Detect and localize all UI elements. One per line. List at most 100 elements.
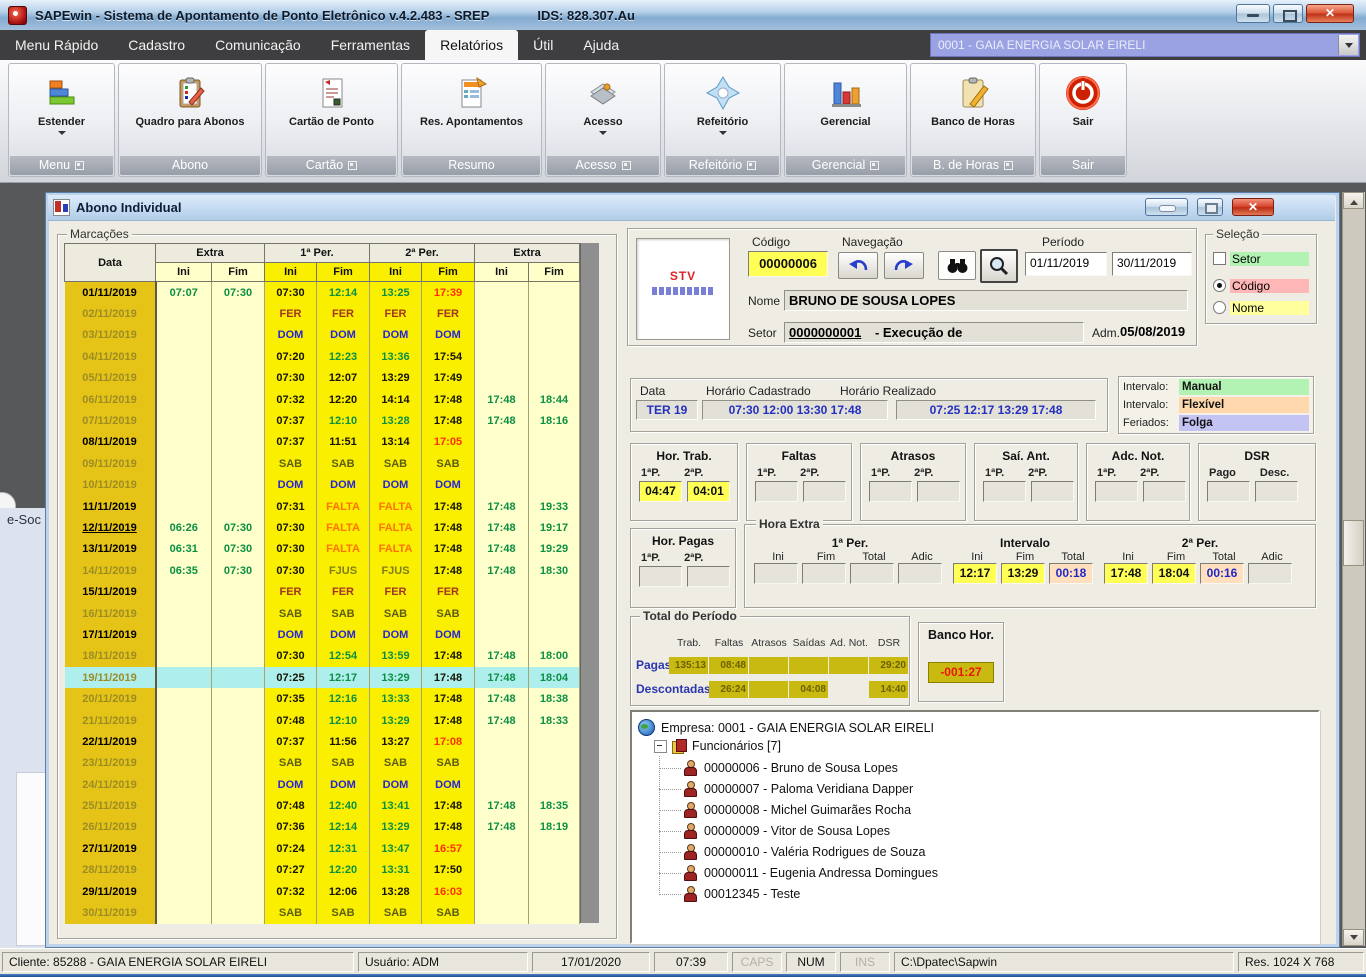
grid-time-cell[interactable] <box>155 880 212 903</box>
grid-time-cell[interactable] <box>528 880 580 903</box>
table-row[interactable]: 02/11/2019 FER FER FER FER <box>64 303 580 325</box>
grid-time-cell[interactable]: 13:41 <box>369 795 422 817</box>
grid-time-cell[interactable]: 17:49 <box>421 367 475 389</box>
grid-time-cell[interactable] <box>211 410 265 432</box>
table-row[interactable]: 25/11/2019 07:48 12:40 13:41 17:48 17:48 18:35 <box>64 795 580 817</box>
grid-time-cell[interactable]: FJUS <box>369 560 422 582</box>
table-row[interactable]: 05/11/2019 07:30 12:07 13:29 17:49 <box>64 367 580 389</box>
ribbon-group-label[interactable]: Cartão <box>267 156 396 175</box>
table-row[interactable]: 20/11/2019 07:35 12:16 13:33 17:48 17:48 18:38 <box>64 688 580 710</box>
grid-time-cell[interactable]: 13:29 <box>369 709 422 732</box>
ribbon-button-estender[interactable]: Estender <box>11 67 112 155</box>
tree-item-employee[interactable]: 00000010 - Valéria Rodrigues de Souza <box>684 844 925 860</box>
table-row[interactable]: 06/11/2019 07:32 12:20 14:14 17:48 17:48 18:44 <box>64 388 580 411</box>
grid-time-cell[interactable]: 07:32 <box>264 880 317 903</box>
grid-time-cell[interactable]: 07:30 <box>264 517 317 539</box>
stat-field[interactable] <box>869 481 912 502</box>
grid-time-cell[interactable]: 13:36 <box>369 346 422 368</box>
grid-time-cell[interactable]: SAB <box>316 752 370 774</box>
grid-time-cell[interactable]: 17:54 <box>421 346 475 368</box>
grid-time-cell[interactable]: 17:08 <box>421 731 475 753</box>
grid-time-cell[interactable] <box>155 731 212 753</box>
group-expander-icon[interactable] <box>747 161 757 171</box>
grid-time-cell[interactable]: 18:33 <box>528 709 580 732</box>
hora-extra-field[interactable] <box>1248 563 1292 584</box>
combobox-dropdown-button[interactable] <box>1338 35 1358 55</box>
grid-time-cell[interactable] <box>155 816 212 839</box>
grid-time-cell[interactable]: 07:36 <box>264 816 317 839</box>
ribbon-button-acesso[interactable]: Acesso <box>548 67 658 155</box>
grid-time-cell[interactable]: SAB <box>421 602 475 625</box>
stat-field[interactable]: 04:01 <box>687 481 730 502</box>
grid-time-cell[interactable]: DOM <box>316 474 370 496</box>
grid-time-cell[interactable]: 12:16 <box>316 688 370 710</box>
ribbon-button-quadro-para-abonos[interactable]: Quadro para Abonos <box>121 67 259 155</box>
grid-time-cell[interactable]: 11:51 <box>316 431 370 454</box>
grid-time-cell[interactable]: 07:30 <box>264 367 317 389</box>
grid-time-cell[interactable]: 07:30 <box>264 281 317 304</box>
grid-time-cell[interactable]: SAB <box>369 752 422 774</box>
grid-time-cell[interactable] <box>211 324 265 347</box>
ribbon-button-sair[interactable]: Sair <box>1042 67 1124 155</box>
grid-time-cell[interactable]: 07:30 <box>211 517 265 539</box>
grid-time-cell[interactable] <box>528 303 580 325</box>
grid-time-cell[interactable]: 19:17 <box>528 517 580 539</box>
grid-time-cell[interactable]: FER <box>316 303 370 325</box>
grid-time-cell[interactable] <box>211 816 265 839</box>
preview-button[interactable] <box>980 249 1018 283</box>
stat-field[interactable] <box>1255 481 1298 502</box>
grid-date-cell[interactable]: 04/11/2019 <box>64 346 157 368</box>
grid-time-cell[interactable]: 13:31 <box>369 859 422 881</box>
ribbon-group-label[interactable]: B. de Horas <box>912 156 1034 175</box>
table-row[interactable]: 03/11/2019 DOM DOM DOM DOM <box>64 324 580 347</box>
grid-time-cell[interactable]: SAB <box>421 453 475 475</box>
grid-time-cell[interactable]: SAB <box>421 902 475 924</box>
grid-date-cell[interactable]: 22/11/2019 <box>64 731 157 753</box>
grid-time-cell[interactable]: SAB <box>369 602 422 625</box>
menu-item-comunicação[interactable]: Comunicação <box>200 30 316 60</box>
grid-time-cell[interactable] <box>211 838 265 860</box>
scrollbar-thumb[interactable] <box>1343 520 1364 566</box>
grid-time-cell[interactable]: SAB <box>369 453 422 475</box>
grid-time-cell[interactable] <box>211 602 265 625</box>
grid-time-cell[interactable] <box>474 859 529 881</box>
grid-time-cell[interactable]: 13:25 <box>369 281 422 304</box>
grid-date-cell[interactable]: 24/11/2019 <box>64 773 157 796</box>
grid-date-cell[interactable]: 14/11/2019 <box>64 560 157 582</box>
grid-time-cell[interactable]: 17:48 <box>421 645 475 668</box>
hora-extra-field[interactable]: 00:16 <box>1200 563 1244 584</box>
grid-time-cell[interactable] <box>155 431 212 454</box>
grid-time-cell[interactable]: 12:14 <box>316 816 370 839</box>
grid-time-cell[interactable]: 17:48 <box>474 495 529 518</box>
stat-field[interactable] <box>917 481 960 502</box>
grid-time-cell[interactable] <box>211 645 265 668</box>
grid-time-cell[interactable]: SAB <box>264 453 317 475</box>
grid-time-cell[interactable]: FALTA <box>369 517 422 539</box>
table-row[interactable]: 24/11/2019 DOM DOM DOM DOM <box>64 773 580 796</box>
grid-time-cell[interactable]: 17:48 <box>421 495 475 518</box>
grid-time-cell[interactable]: DOM <box>264 324 317 347</box>
scrollbar-down-button[interactable] <box>1343 929 1364 946</box>
periodo-from-field[interactable]: 01/11/2019 <box>1025 252 1107 276</box>
grid-time-cell[interactable]: 19:29 <box>528 538 580 561</box>
grid-time-cell[interactable] <box>474 880 529 903</box>
grid-time-cell[interactable] <box>211 773 265 796</box>
grid-time-cell[interactable]: SAB <box>316 902 370 924</box>
grid-time-cell[interactable] <box>155 838 212 860</box>
grid-time-cell[interactable]: 19:33 <box>528 495 580 518</box>
grid-time-cell[interactable] <box>155 303 212 325</box>
grid-time-cell[interactable] <box>474 474 529 496</box>
grid-time-cell[interactable] <box>211 474 265 496</box>
grid-time-cell[interactable]: 07:48 <box>264 709 317 732</box>
table-row[interactable]: 18/11/2019 07:30 12:54 13:59 17:48 17:48 18:00 <box>64 645 580 668</box>
ribbon-group-label[interactable]: Refeitório <box>666 156 779 175</box>
grid-time-cell[interactable] <box>211 795 265 817</box>
grid-time-cell[interactable]: DOM <box>369 773 422 796</box>
grid-time-cell[interactable]: 07:48 <box>264 795 317 817</box>
grid-time-cell[interactable]: FALTA <box>369 495 422 518</box>
close-button[interactable]: ✕ <box>1306 4 1354 23</box>
grid-time-cell[interactable]: 18:16 <box>528 410 580 432</box>
grid-time-cell[interactable]: 12:10 <box>316 410 370 432</box>
grid-time-cell[interactable]: 12:14 <box>316 281 370 304</box>
grid-time-cell[interactable] <box>155 602 212 625</box>
